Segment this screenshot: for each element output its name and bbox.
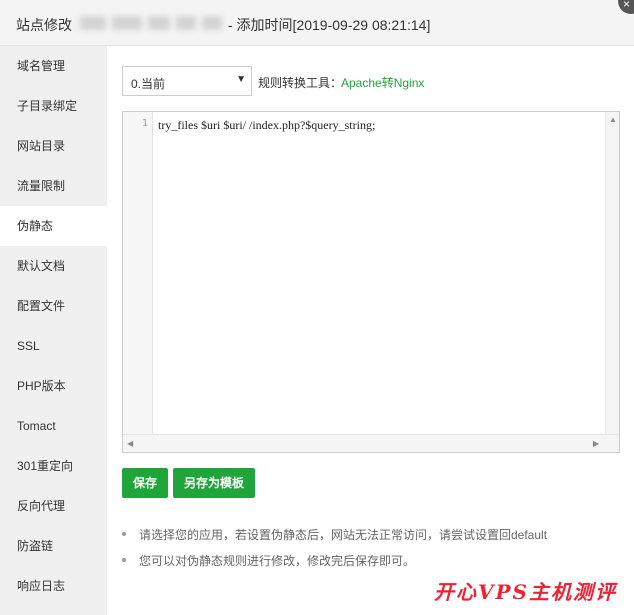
- sidebar-item-traffic-limit[interactable]: 流量限制: [0, 166, 107, 206]
- sidebar-item-301-redirect[interactable]: 301重定向: [0, 446, 107, 486]
- vertical-scrollbar[interactable]: ▲: [605, 112, 619, 434]
- dialog-title-prefix: 站点修改: [16, 17, 72, 33]
- scroll-left-icon[interactable]: ◀: [127, 439, 133, 448]
- sidebar-item-ssl[interactable]: SSL: [0, 326, 107, 366]
- sidebar-item-php-version[interactable]: PHP版本: [0, 366, 107, 406]
- sidebar-item-config-file[interactable]: 配置文件: [0, 286, 107, 326]
- redacted-site-name: [78, 14, 226, 34]
- sidebar-item-site-directory[interactable]: 网站目录: [0, 126, 107, 166]
- line-number-gutter: 1: [123, 112, 153, 434]
- dialog-titlebar: 站点修改 - 添加时间[2019-09-29 08:21:14]: [0, 0, 634, 46]
- scroll-right-icon[interactable]: ▶: [593, 439, 599, 448]
- sidebar-item-tomcat[interactable]: Tomact: [0, 406, 107, 446]
- scroll-up-icon[interactable]: ▲: [609, 115, 617, 124]
- save-as-template-button[interactable]: 另存为模板: [173, 468, 255, 498]
- sidebar-item-reverse-proxy[interactable]: 反向代理: [0, 486, 107, 526]
- rewrite-rule-editor[interactable]: 1 try_files $uri $uri/ /index.php?$query…: [122, 111, 620, 453]
- tip-text: 请选择您的应用，若设置伪静态后，网站无法正常访问，请尝试设置回default: [139, 528, 548, 542]
- rewrite-template-select[interactable]: 0.当前 ▼: [122, 66, 252, 96]
- sidebar-item-response-log[interactable]: 响应日志: [0, 566, 107, 606]
- save-button[interactable]: 保存: [122, 468, 168, 498]
- line-number: 1: [141, 118, 148, 129]
- sidebar-item-hotlink-protection[interactable]: 防盗链: [0, 526, 107, 566]
- tip-text: 您可以对伪静态规则进行修改，修改完后保存即可。: [139, 554, 416, 568]
- sidebar-item-subdirectory-binding[interactable]: 子目录绑定: [0, 86, 107, 126]
- dialog-title-added-time: - 添加时间[2019-09-29 08:21:14]: [228, 17, 431, 33]
- site-settings-sidebar: 域名管理 子目录绑定 网站目录 流量限制 伪静态 默认文档 配置文件 SSL P…: [0, 46, 107, 615]
- rule-converter-label: 规则转换工具：: [258, 76, 343, 90]
- dropdown-arrow-icon: ▼: [236, 74, 246, 85]
- horizontal-scrollbar[interactable]: ◀ ▶: [123, 434, 619, 452]
- apache-to-nginx-link[interactable]: Apache转Nginx: [341, 74, 424, 91]
- close-icon[interactable]: [618, 0, 634, 14]
- sidebar-item-default-document[interactable]: 默认文档: [0, 246, 107, 286]
- sidebar-item-rewrite[interactable]: 伪静态: [0, 206, 107, 246]
- rewrite-template-value: 0.当前: [131, 77, 166, 91]
- sidebar-item-domains[interactable]: 域名管理: [0, 46, 107, 86]
- watermark-text: 开心VPS主机测评: [434, 580, 617, 604]
- rewrite-rule-code[interactable]: try_files $uri $uri/ /index.php?$query_s…: [158, 118, 375, 133]
